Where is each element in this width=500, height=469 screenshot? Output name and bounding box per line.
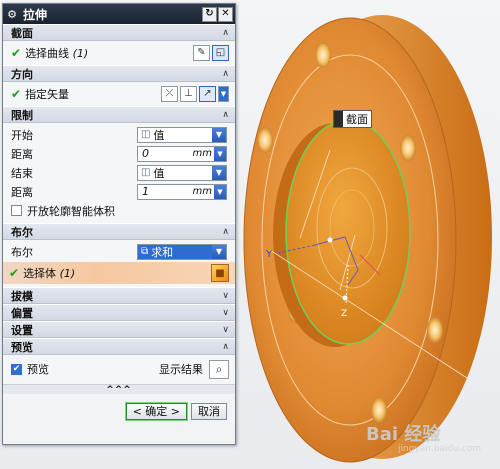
dialog-footer: < 确定 > 取消 bbox=[3, 394, 235, 428]
chevron-down-icon: ∨ bbox=[222, 290, 229, 301]
end-distance-row: 距离 1 mm ▼ bbox=[11, 182, 229, 201]
section-body-limits: 开始 ◫ 值 ▼ 距离 0 mm ▼ 结束 ◫ 值 ▼ 距离 1 mm ▼ 开放… bbox=[3, 123, 235, 223]
section-body-boolean: 布尔 ⧉ 求和 ▼ ✔ 选择体 (1) ■ bbox=[3, 240, 235, 287]
boolean-select[interactable]: ⧉ 求和 ▼ bbox=[137, 243, 227, 260]
preview-row: ✔ 预览 显示结果 ⌕ bbox=[11, 358, 229, 380]
section-header-section[interactable]: 截面 ∧ bbox=[3, 24, 235, 41]
extrude-dialog: ⚙ 拉伸 ↻ ✕ 截面 ∧ ✔ 选择曲线 (1) ✎ ◱ 方向 ∧ ✔ 指定矢量… bbox=[2, 3, 236, 445]
spinner-icon[interactable]: ▼ bbox=[214, 146, 226, 161]
open-profile-checkbox[interactable] bbox=[11, 205, 22, 216]
axis-y-label: Y bbox=[265, 249, 273, 260]
show-result-label: 显示结果 bbox=[159, 363, 203, 376]
chevron-down-icon[interactable]: ▼ bbox=[212, 127, 226, 142]
chevron-down-icon[interactable]: ▼ bbox=[218, 85, 229, 102]
reset-icon[interactable]: ↻ bbox=[202, 6, 217, 22]
gear-icon[interactable]: ⚙ bbox=[5, 7, 19, 21]
section-header-limits[interactable]: 限制 ∧ bbox=[3, 106, 235, 123]
select-curve-row[interactable]: ✔ 选择曲线 (1) ✎ ◱ bbox=[11, 43, 229, 62]
start-select[interactable]: ◫ 值 ▼ bbox=[137, 126, 227, 143]
dialog-title: 拉伸 bbox=[23, 7, 48, 22]
chevron-down-icon: ∨ bbox=[222, 324, 229, 335]
open-profile-label: 开放轮廓智能体积 bbox=[27, 204, 115, 218]
reverse-direction-icon[interactable]: ⤫ bbox=[161, 85, 178, 102]
close-icon[interactable]: ✕ bbox=[218, 6, 233, 22]
section-header-direction[interactable]: 方向 ∧ bbox=[3, 65, 235, 82]
boolean-row: 布尔 ⧉ 求和 ▼ bbox=[11, 242, 229, 261]
axis-z-label: Z bbox=[341, 309, 347, 319]
chevron-up-icon: ∧ bbox=[222, 109, 229, 120]
specify-vector-row[interactable]: ✔ 指定矢量 ⤫ ⊥ ↗ ▼ bbox=[11, 84, 229, 103]
tooltip-text: 截面 bbox=[346, 113, 368, 126]
direction-title: 方向 bbox=[11, 67, 33, 81]
watermark-url: jingyan.baidu.com bbox=[398, 444, 482, 454]
section-tooltip: 截面 bbox=[333, 110, 372, 128]
check-icon: ✔ bbox=[11, 45, 22, 60]
value-icon: ◫ bbox=[141, 167, 151, 178]
tooltip-marker bbox=[334, 111, 343, 127]
check-icon: ✔ bbox=[11, 86, 22, 101]
curve-section-button[interactable]: ◱ bbox=[212, 44, 229, 61]
section-body-section: ✔ 选择曲线 (1) ✎ ◱ bbox=[3, 41, 235, 65]
magnifier-icon[interactable]: ⌕ bbox=[209, 359, 229, 379]
section-body-direction: ✔ 指定矢量 ⤫ ⊥ ↗ ▼ bbox=[3, 82, 235, 106]
chevron-up-icon: ∧ bbox=[222, 27, 229, 38]
preview-checkbox[interactable]: ✔ bbox=[11, 363, 22, 375]
chevron-down-icon[interactable]: ▼ bbox=[212, 244, 226, 259]
check-icon: ✔ bbox=[9, 266, 20, 280]
section-header-boolean[interactable]: 布尔 ∧ bbox=[3, 223, 235, 240]
section-header-preview[interactable]: 预览 ∧ bbox=[3, 338, 235, 355]
section-title: 截面 bbox=[11, 26, 33, 40]
preview-title: 预览 bbox=[11, 340, 33, 354]
preview-label: 预览 bbox=[27, 363, 49, 376]
chevron-down-icon[interactable]: ▼ bbox=[212, 165, 226, 180]
open-profile-row[interactable]: 开放轮廓智能体积 bbox=[11, 201, 229, 220]
solid-body-icon[interactable]: ■ bbox=[211, 264, 229, 282]
vector-dialog-icon[interactable]: ⊥ bbox=[180, 85, 197, 102]
end-distance-input[interactable]: 1 mm ▼ bbox=[137, 183, 227, 200]
dialog-titlebar[interactable]: ⚙ 拉伸 ↻ ✕ bbox=[3, 4, 235, 24]
cancel-button[interactable]: 取消 bbox=[191, 402, 227, 420]
chevron-up-icon: ∧ bbox=[222, 68, 229, 79]
start-row: 开始 ◫ 值 ▼ bbox=[11, 125, 229, 144]
unite-icon: ⧉ bbox=[141, 246, 149, 257]
chevron-up-icon: ∧ bbox=[222, 341, 229, 352]
section-header-offset[interactable]: 偏置 ∨ bbox=[3, 304, 235, 321]
specify-vector-label: 指定矢量 bbox=[25, 87, 70, 101]
start-distance-row: 距离 0 mm ▼ bbox=[11, 144, 229, 163]
limits-title: 限制 bbox=[11, 108, 33, 122]
ok-button[interactable]: < 确定 > bbox=[124, 401, 189, 421]
end-select[interactable]: ◫ 值 ▼ bbox=[137, 164, 227, 181]
boolean-title: 布尔 bbox=[11, 225, 33, 239]
hub-face bbox=[285, 119, 411, 345]
section-body-preview: ✔ 预览 显示结果 ⌕ bbox=[3, 355, 235, 384]
sketch-section-button[interactable]: ✎ bbox=[193, 44, 210, 61]
chevron-down-icon: ∨ bbox=[222, 307, 229, 318]
spinner-icon[interactable]: ▼ bbox=[214, 184, 226, 199]
vector-inference-icon[interactable]: ↗ bbox=[199, 85, 216, 102]
end-row: 结束 ◫ 值 ▼ bbox=[11, 163, 229, 182]
section-header-draft[interactable]: 拔模 ∨ bbox=[3, 287, 235, 304]
select-body-label: 选择体 (1) bbox=[23, 267, 76, 280]
more-options-toggle[interactable]: ^^^ bbox=[3, 384, 235, 395]
chevron-up-icon: ∧ bbox=[222, 226, 229, 237]
select-curve-label: 选择曲线 (1) bbox=[25, 46, 89, 60]
section-header-settings[interactable]: 设置 ∨ bbox=[3, 321, 235, 338]
value-icon: ◫ bbox=[141, 129, 151, 140]
watermark-logo: Bai 经验 bbox=[366, 424, 441, 445]
select-body-row[interactable]: ✔ 选择体 (1) ■ bbox=[3, 262, 235, 284]
start-distance-input[interactable]: 0 mm ▼ bbox=[137, 145, 227, 162]
